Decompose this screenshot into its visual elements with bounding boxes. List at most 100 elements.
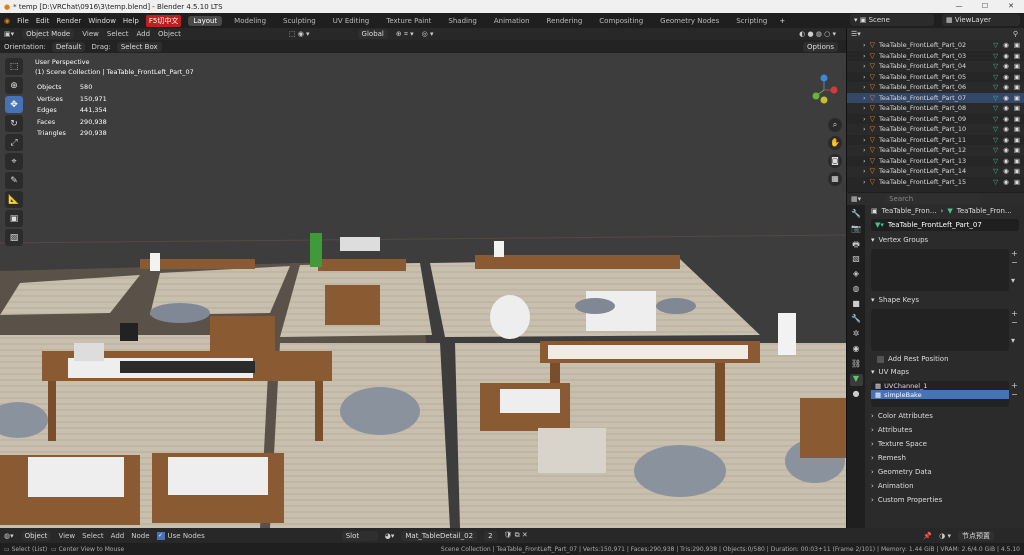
view-layer-selector[interactable]: ▦ ViewLayer [942, 14, 1020, 26]
menu-object[interactable]: Object [158, 30, 181, 38]
outliner-row[interactable]: › ▽ TeaTable_FrontLeft_Part_02 ▽ ◉ ▣ [847, 40, 1024, 51]
output-tab-icon[interactable]: 🖶 [850, 239, 863, 251]
eye-icon[interactable]: ◉ [1003, 52, 1009, 60]
camera-render-icon[interactable]: ▣ [1014, 83, 1020, 91]
drag-dropdown[interactable]: Select Box [116, 41, 162, 52]
camera-render-icon[interactable]: ▣ [1014, 146, 1020, 154]
measure-tool-icon[interactable]: 📐 [5, 191, 23, 208]
select-box-tool-icon[interactable]: ⬚ [5, 58, 23, 75]
tab-texture-paint[interactable]: Texture Paint [381, 16, 436, 26]
tab-animation[interactable]: Animation [489, 16, 535, 26]
scene-selector[interactable]: ▾ ▣ Scene [850, 14, 934, 26]
grid-toggle-icon[interactable]: ▦ [828, 172, 842, 186]
particles-tab-icon[interactable]: ✲ [850, 329, 863, 341]
camera-view-icon[interactable]: ◙ [828, 154, 842, 168]
add-cube-tool-icon[interactable]: ▣ [5, 210, 23, 227]
options-dropdown[interactable]: Options [802, 41, 838, 52]
move-tool-icon[interactable]: ✥ [5, 96, 23, 113]
camera-render-icon[interactable]: ▣ [1014, 167, 1020, 175]
eye-icon[interactable]: ◉ [1003, 136, 1009, 144]
cursor-tool-icon[interactable]: ⊕ [5, 77, 23, 94]
menu-view[interactable]: View [58, 532, 75, 540]
constraints-tab-icon[interactable]: ⛓ [850, 359, 863, 371]
mesh-name-field[interactable]: ▼▾ TeaTable_FrontLeft_Part_07 [871, 219, 1019, 231]
menu-select[interactable]: Select [107, 30, 129, 38]
camera-render-icon[interactable]: ▣ [1014, 104, 1020, 112]
tab-shading[interactable]: Shading [443, 16, 481, 26]
node-preset-button[interactable]: 节点预置 [958, 530, 994, 541]
mesh-data-icon[interactable]: ▽ [993, 52, 998, 60]
close-button[interactable]: ✕ [998, 0, 1024, 13]
menu-render[interactable]: Render [56, 17, 81, 25]
camera-render-icon[interactable]: ▣ [1014, 73, 1020, 81]
section-remesh[interactable]: › Remesh [867, 451, 1023, 465]
properties-search-field[interactable]: Search [885, 194, 982, 204]
add-shape-key-button[interactable]: + − ▾ [1011, 309, 1021, 345]
uv-maps-list[interactable]: ▦ UVChannel_1 ▦ simpleBake + − [871, 381, 1018, 407]
tab-layout[interactable]: Layout [188, 15, 223, 26]
expand-chevron-icon[interactable]: › [863, 125, 866, 133]
modifier-tab-icon[interactable]: 🔧 [850, 314, 863, 326]
overlay-toggle-icon[interactable]: ◑ ▾ [939, 532, 951, 540]
outliner-row[interactable]: › ▽ TeaTable_FrontLeft_Part_10 ▽ ◉ ▣ [847, 124, 1024, 135]
expand-chevron-icon[interactable]: › [863, 157, 866, 165]
eye-icon[interactable]: ◉ [1003, 146, 1009, 154]
outliner-filter-icon[interactable]: ⚲ [1013, 30, 1018, 38]
vertex-groups-list[interactable]: + − ▾ [871, 249, 1018, 291]
snap-icon[interactable]: ⊕ ⌗ ▾ [396, 30, 414, 39]
add-rest-position-checkbox[interactable]: Add Rest Position [867, 353, 1023, 365]
eye-icon[interactable]: ◉ [1003, 62, 1009, 70]
mesh-data-icon[interactable]: ▽ [993, 83, 998, 91]
outliner-row[interactable]: › ▽ TeaTable_FrontLeft_Part_05 ▽ ◉ ▣ [847, 72, 1024, 83]
expand-chevron-icon[interactable]: › [863, 41, 866, 49]
material-icon[interactable]: ◕▾ [385, 532, 395, 540]
expand-chevron-icon[interactable]: › [863, 178, 866, 186]
mesh-data-icon[interactable]: ▽ [993, 115, 998, 123]
menu-help[interactable]: Help [123, 17, 139, 25]
tab-geometry-nodes[interactable]: Geometry Nodes [655, 16, 724, 26]
eye-icon[interactable]: ◉ [1003, 178, 1009, 186]
expand-chevron-icon[interactable]: › [863, 136, 866, 144]
scale-tool-icon[interactable]: ⤢ [5, 134, 23, 151]
section-attributes[interactable]: › Attributes [867, 423, 1023, 437]
outliner-row[interactable]: › ▽ TeaTable_FrontLeft_Part_15 ▽ ◉ ▣ [847, 177, 1024, 188]
menu-add[interactable]: Add [111, 532, 125, 540]
material-name-field[interactable]: Mat_TableDetail_02 [401, 530, 478, 541]
add-vertex-group-button[interactable]: + − ▾ [1011, 249, 1021, 285]
eye-icon[interactable]: ◉ [1003, 94, 1009, 102]
section-uv-maps[interactable]: ▾ UV Maps [867, 365, 1023, 379]
outliner-row[interactable]: › ▽ TeaTable_FrontLeft_Part_11 ▽ ◉ ▣ [847, 135, 1024, 146]
expand-chevron-icon[interactable]: › [863, 52, 866, 60]
annotate-tool-icon[interactable]: ✎ [5, 172, 23, 189]
mesh-data-icon[interactable]: ▽ [993, 73, 998, 81]
outliner-row[interactable]: › ▽ TeaTable_FrontLeft_Part_12 ▽ ◉ ▣ [847, 145, 1024, 156]
tool-tab-icon[interactable]: 🔧 [850, 209, 863, 221]
camera-render-icon[interactable]: ▣ [1014, 62, 1020, 70]
slot-dropdown[interactable]: Slot [341, 530, 378, 541]
section-shape-keys[interactable]: ▾ Shape Keys [867, 293, 1023, 307]
section-animation[interactable]: › Animation [867, 479, 1023, 493]
mesh-data-icon[interactable]: ▽ [993, 157, 998, 165]
pan-hand-icon[interactable]: ✋ [828, 136, 842, 150]
mesh-data-icon[interactable]: ▽ [993, 136, 998, 144]
outliner-row[interactable]: › ▽ TeaTable_FrontLeft_Part_07 ▽ ◉ ▣ [847, 92, 1024, 103]
camera-render-icon[interactable]: ▣ [1014, 157, 1020, 165]
expand-chevron-icon[interactable]: › [863, 83, 866, 91]
rotate-tool-icon[interactable]: ↻ [5, 115, 23, 132]
section-texture-space[interactable]: › Texture Space [867, 437, 1023, 451]
section-vertex-groups[interactable]: ▾ Vertex Groups [867, 233, 1023, 247]
section-color-attributes[interactable]: › Color Attributes [867, 409, 1023, 423]
eye-icon[interactable]: ◉ [1003, 41, 1009, 49]
blender-logo-icon[interactable]: ◉ [4, 17, 10, 25]
section-geometry-data[interactable]: › Geometry Data [867, 465, 1023, 479]
eye-icon[interactable]: ◉ [1003, 167, 1009, 175]
zoom-icon[interactable]: ⌕ [828, 118, 842, 132]
tab-uv-editing[interactable]: UV Editing [328, 16, 375, 26]
tab-modeling[interactable]: Modeling [229, 16, 271, 26]
world-tab-icon[interactable]: ◍ [850, 284, 863, 296]
menu-view[interactable]: View [82, 30, 99, 38]
navigation-gizmo[interactable] [810, 74, 838, 104]
expand-chevron-icon[interactable]: › [863, 94, 866, 102]
use-nodes-checkbox[interactable]: ✓ Use Nodes [156, 531, 205, 540]
mesh-data-icon[interactable]: ▽ [993, 104, 998, 112]
